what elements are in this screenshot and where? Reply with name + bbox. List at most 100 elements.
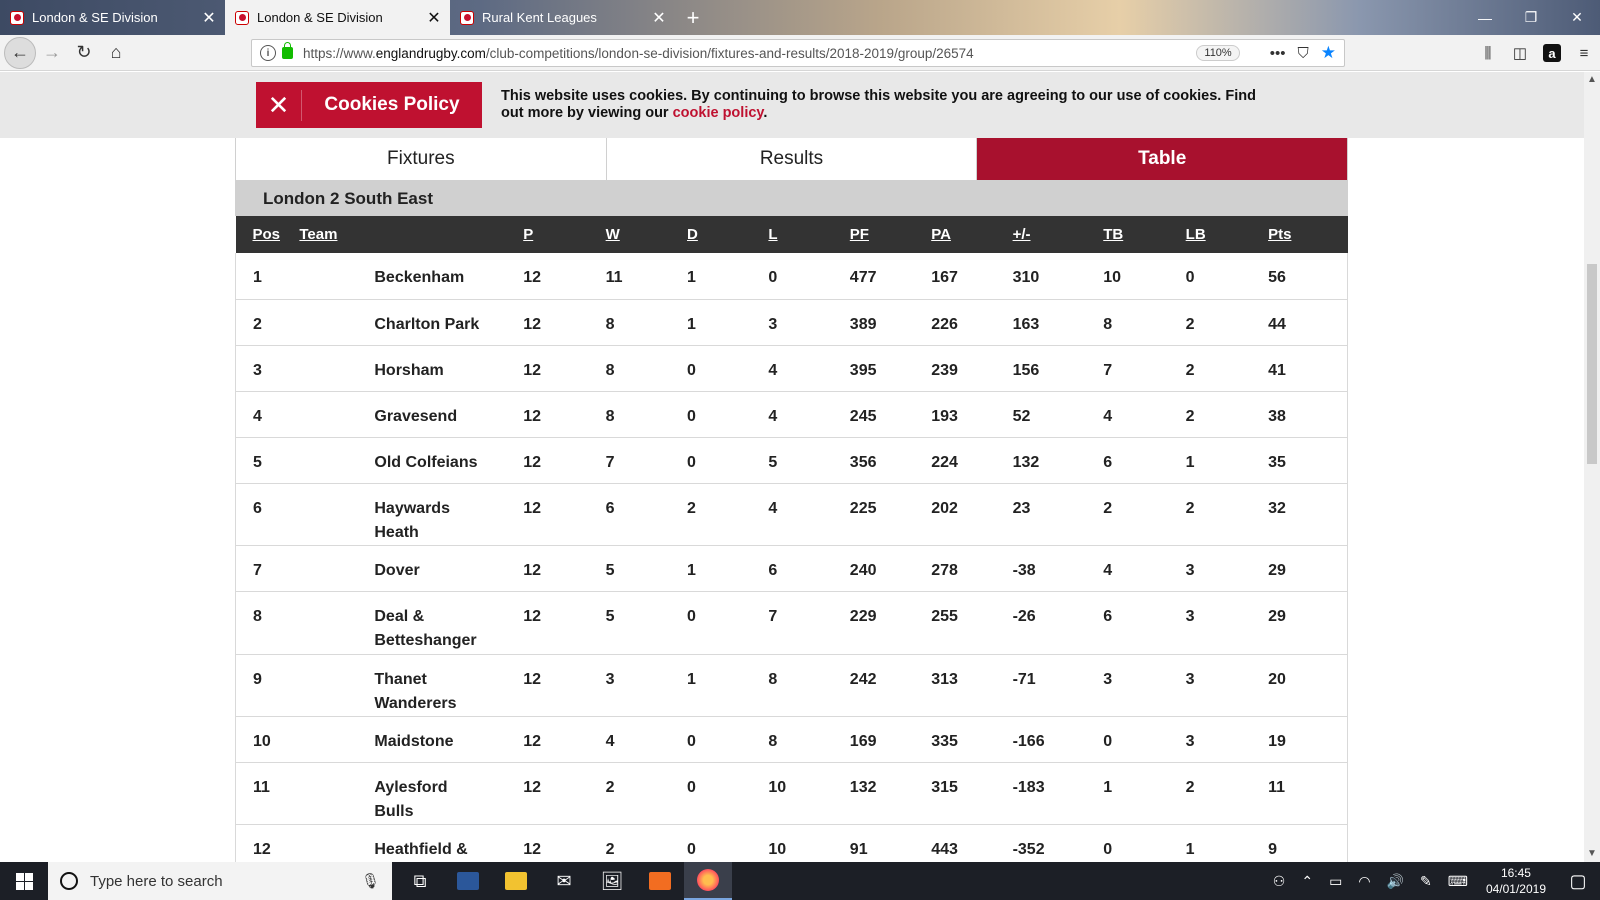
row-points-diff: -183	[1012, 778, 1045, 796]
row-team[interactable]: Gravesend	[299, 391, 523, 437]
browser-tab-3[interactable]: Rural Kent Leagues ✕	[450, 0, 675, 35]
people-icon[interactable]: ⚇	[1265, 873, 1294, 890]
row-team[interactable]: Maidstone	[299, 716, 523, 762]
header-diff[interactable]: +/-	[1013, 216, 1104, 253]
cookie-policy-button[interactable]: ✕ Cookies Policy	[256, 82, 482, 128]
row-try-bonus: 10	[1103, 269, 1122, 286]
notifications-icon[interactable]: ▢	[1556, 871, 1600, 892]
forward-arrow-icon[interactable]: →	[36, 37, 68, 69]
media-player-icon[interactable]	[636, 862, 684, 900]
tab-results[interactable]: Results	[605, 138, 977, 180]
close-window-icon[interactable]: ✕	[1554, 0, 1600, 35]
row-team[interactable]: Thanet Wanderers	[299, 654, 523, 716]
row-points-diff: 52	[1012, 407, 1031, 425]
library-icon[interactable]: ⫼	[1472, 45, 1504, 62]
row-team[interactable]: Horsham	[299, 345, 523, 391]
row-points-against: 255	[931, 607, 958, 625]
back-arrow-icon[interactable]: ←	[4, 36, 36, 69]
row-points: 44	[1268, 315, 1286, 333]
row-won: 5	[605, 607, 615, 625]
row-losing-bonus: 2	[1185, 361, 1195, 379]
task-view-icon[interactable]: ⧉	[396, 862, 444, 900]
table-row: 10 Maidstone 12 4 0 8 169 335 -166 0 3 19	[235, 716, 1348, 762]
header-lb[interactable]: LB	[1186, 216, 1268, 253]
header-pts[interactable]: Pts	[1268, 216, 1347, 253]
word-icon[interactable]	[444, 862, 492, 900]
photos-icon[interactable]: 🖼	[588, 862, 636, 900]
row-drawn: 1	[687, 561, 696, 579]
cookie-policy-link[interactable]: cookie policy	[673, 105, 764, 121]
close-tab-icon[interactable]: ✕	[651, 8, 667, 28]
taskbar-search[interactable]: Type here to search 🎙	[48, 862, 392, 900]
row-team[interactable]: Aylesford Bulls	[299, 762, 523, 824]
table-row: 8 Deal & Betteshanger 12 5 0 7 229 255 -26 6 3 29	[235, 591, 1348, 654]
row-team[interactable]: Charlton Park	[299, 299, 523, 345]
bookmark-star-icon[interactable]: ★	[1321, 43, 1336, 63]
close-icon[interactable]: ✕	[256, 89, 302, 121]
home-icon[interactable]: ⌂	[100, 37, 132, 69]
close-tab-icon[interactable]: ✕	[426, 8, 442, 28]
minimize-icon[interactable]: —	[1462, 0, 1508, 35]
row-try-bonus: 7	[1103, 361, 1113, 379]
volume-icon[interactable]: 🔊	[1379, 873, 1412, 890]
header-pf[interactable]: PF	[850, 216, 931, 253]
battery-icon[interactable]: ▭	[1321, 873, 1350, 890]
header-tb[interactable]: TB	[1103, 216, 1185, 253]
header-team[interactable]: Team	[299, 216, 523, 253]
header-p[interactable]: P	[523, 216, 605, 253]
scroll-thumb[interactable]	[1587, 264, 1597, 464]
url-text[interactable]: https://www.englandrugby.com/club-compet…	[303, 46, 1196, 61]
close-tab-icon[interactable]: ✕	[201, 8, 217, 28]
restore-icon[interactable]: ❐	[1508, 0, 1554, 35]
pocket-icon[interactable]: ⛉	[1297, 45, 1308, 62]
amazon-icon[interactable]: a	[1543, 44, 1561, 62]
mail-icon[interactable]: ✉	[540, 862, 588, 900]
row-team[interactable]: Haywards Heath	[299, 483, 523, 545]
system-tray: ⚇ ⌃ ▭ ◠ 🔊 ✎ ⌨ 16:45 04/01/2019 ▢	[1265, 865, 1600, 897]
header-pos[interactable]: Pos	[236, 216, 300, 253]
rose-favicon-icon	[10, 10, 24, 25]
header-d[interactable]: D	[687, 216, 768, 253]
row-points-for: 356	[849, 453, 877, 471]
row-points-diff: -166	[1012, 732, 1045, 750]
row-team[interactable]: Beckenham	[299, 253, 523, 299]
header-l[interactable]: L	[768, 216, 849, 253]
row-points: 11	[1268, 778, 1285, 796]
row-try-bonus: 0	[1103, 732, 1113, 750]
row-pos: 4	[253, 407, 262, 425]
address-bar[interactable]: i https://www.englandrugby.com/club-comp…	[251, 39, 1345, 67]
row-team[interactable]: Deal & Betteshanger	[299, 591, 523, 654]
file-explorer-icon[interactable]	[492, 862, 540, 900]
microphone-icon[interactable]: 🎙	[361, 872, 380, 890]
sidebar-icon[interactable]: ◫	[1504, 44, 1536, 62]
start-button[interactable]	[0, 862, 48, 900]
tab-table[interactable]: Table	[976, 138, 1348, 180]
show-hidden-icons-icon[interactable]: ⌃	[1293, 873, 1321, 890]
row-team[interactable]: Dover	[299, 545, 523, 591]
scroll-up-icon[interactable]: ▲	[1584, 72, 1600, 88]
scroll-down-icon[interactable]: ▼	[1584, 846, 1600, 862]
header-pa[interactable]: PA	[931, 216, 1012, 253]
page-scrollbar[interactable]: ▲ ▼	[1584, 72, 1600, 862]
league-table-section: Fixtures Results Table London 2 South Ea…	[235, 138, 1348, 888]
wifi-icon[interactable]: ◠	[1350, 873, 1378, 890]
row-points-diff: 163	[1012, 315, 1040, 333]
taskbar-clock[interactable]: 16:45 04/01/2019	[1476, 865, 1556, 897]
keyboard-icon[interactable]: ⌨	[1440, 873, 1476, 890]
tab-fixtures[interactable]: Fixtures	[236, 138, 606, 180]
more-actions-icon[interactable]: •••	[1270, 45, 1286, 62]
reload-icon[interactable]: ↻	[68, 37, 100, 69]
firefox-icon[interactable]	[684, 862, 732, 900]
row-points: 41	[1268, 361, 1286, 379]
browser-tab-1[interactable]: London & SE Division ✕	[0, 0, 225, 35]
zoom-level[interactable]: 110%	[1196, 45, 1240, 61]
row-team[interactable]: Old Colfeians	[299, 437, 523, 483]
row-try-bonus: 6	[1103, 607, 1113, 625]
info-icon[interactable]: i	[260, 45, 276, 61]
toolbar-right: ⫼ ◫ a ≡	[1472, 35, 1600, 71]
header-w[interactable]: W	[606, 216, 687, 253]
new-tab-icon[interactable]: +	[675, 0, 711, 35]
pen-icon[interactable]: ✎	[1412, 873, 1440, 890]
menu-icon[interactable]: ≡	[1568, 45, 1600, 62]
browser-tab-2[interactable]: London & SE Division ✕	[225, 0, 450, 35]
